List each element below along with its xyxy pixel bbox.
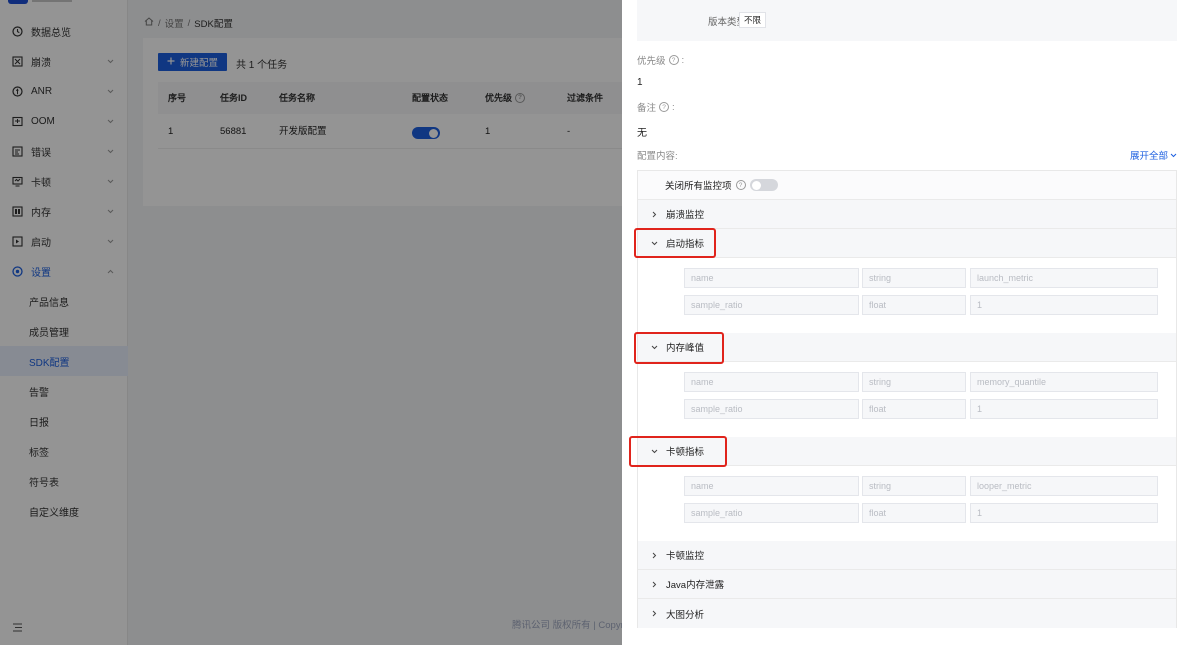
filter-summary-box: 版本类型: 不限 (637, 0, 1177, 41)
lag-name-type: string (862, 476, 966, 496)
section-title: Java内存泄露 (666, 580, 725, 591)
lag-name-value: looper_metric (970, 476, 1158, 496)
launch-ratio-value: 1 (970, 295, 1158, 315)
remark-field-label: 备注 ?: (637, 100, 675, 115)
highlight-lag-metric (629, 436, 727, 467)
memory-name-key: name (684, 372, 859, 392)
remark-value: 无 (637, 128, 647, 139)
chevron-down-icon (1170, 150, 1177, 161)
content-label: 配置内容: (637, 151, 678, 162)
memory-name-value: memory_quantile (970, 372, 1158, 392)
priority-value: 1 (637, 77, 643, 88)
modal-backdrop[interactable] (0, 0, 622, 645)
priority-label: 优先级 (637, 56, 666, 67)
launch-name-type: string (862, 268, 966, 288)
expand-all-link[interactable]: 展开全部 (1130, 148, 1177, 162)
colon: : (672, 101, 675, 113)
memory-ratio-type: float (862, 399, 966, 419)
section-title: 卡顿监控 (666, 551, 705, 562)
remark-label: 备注 (637, 103, 657, 114)
section-java-memory-leak[interactable]: Java内存泄露 (638, 570, 1176, 599)
colon: : (681, 54, 685, 66)
memory-ratio-key: sample_ratio (684, 399, 859, 419)
footer-copyright: 腾讯公司 版权所有 | Copyright (512, 620, 622, 631)
close-all-monitors-row: 关闭所有监控项 ? (638, 171, 1176, 200)
launch-name-value: launch_metric (970, 268, 1158, 288)
chevron-right-icon (650, 211, 658, 218)
lag-ratio-key: sample_ratio (684, 503, 859, 523)
section-big-image-analysis[interactable]: 大图分析 (638, 599, 1176, 628)
section-title: 大图分析 (666, 609, 705, 621)
chevron-right-icon (650, 610, 658, 617)
section-title: 崩溃监控 (666, 210, 705, 221)
lag-name-key: name (684, 476, 859, 496)
help-icon[interactable]: ? (659, 102, 670, 112)
highlight-launch-metric (634, 228, 716, 258)
lag-ratio-value: 1 (970, 503, 1158, 523)
launch-name-key: name (684, 268, 859, 288)
config-content-panel: 关闭所有监控项 ? 崩溃监控 启动指标 name string launch_m… (637, 170, 1177, 628)
memory-name-type: string (862, 372, 966, 392)
version-type-tag: 不限 (739, 12, 767, 28)
lag-ratio-type: float (862, 503, 966, 523)
launch-ratio-key: sample_ratio (684, 295, 859, 315)
close-all-monitors-toggle[interactable] (749, 179, 778, 191)
config-detail-drawer: 版本类型: 不限 优先级 ?: 1 备注 ?: 无 配置内容: 展开全部 关闭所… (622, 0, 1194, 645)
section-launch-metric[interactable]: 启动指标 (638, 229, 1176, 258)
section-lag-monitor[interactable]: 卡顿监控 (638, 541, 1176, 570)
chevron-right-icon (650, 581, 658, 588)
priority-field-label: 优先级 ?: (637, 53, 685, 68)
help-icon[interactable]: ? (735, 180, 746, 190)
close-all-monitors-label: 关闭所有监控项 (665, 181, 732, 192)
memory-ratio-value: 1 (970, 399, 1158, 419)
section-crash-monitor[interactable]: 崩溃监控 (638, 200, 1176, 229)
highlight-memory-peak (634, 332, 724, 364)
help-icon[interactable]: ? (668, 55, 679, 65)
chevron-right-icon (650, 552, 658, 559)
expand-all-label: 展开全部 (1130, 151, 1169, 162)
launch-ratio-type: float (862, 295, 966, 315)
